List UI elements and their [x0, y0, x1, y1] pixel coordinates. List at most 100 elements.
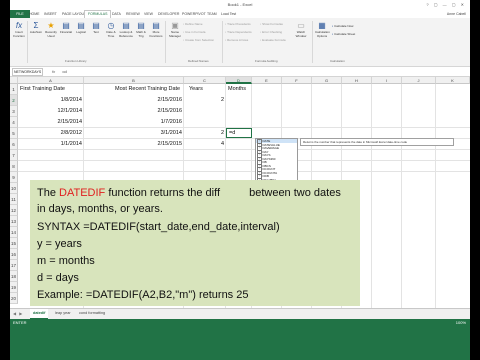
row-header-20[interactable]: 20: [10, 293, 18, 304]
recently-used-button[interactable]: ★ Recently Used: [44, 21, 58, 38]
window-title: Book1 - Excel: [227, 2, 253, 7]
zoom-level[interactable]: 100%: [456, 320, 466, 325]
sheet-tab-leap-year[interactable]: leap year: [52, 309, 74, 318]
use-in-formula-button[interactable]: ▪Use in Formula: [183, 30, 205, 34]
row-header-19[interactable]: 19: [10, 282, 18, 293]
calculate-sheet-button[interactable]: ▪Calculate Sheet: [332, 32, 355, 36]
logical-button[interactable]: ▤ Logical: [74, 21, 88, 35]
formula-input[interactable]: =d: [62, 68, 67, 75]
autosum-button[interactable]: Σ AutoSum: [29, 21, 43, 35]
column-header-b[interactable]: B: [84, 77, 184, 84]
cell-d2[interactable]: =d: [229, 128, 235, 138]
cell-c6[interactable]: 4: [186, 139, 224, 150]
book-icon: ▤: [137, 21, 145, 30]
row-header-14[interactable]: 14: [10, 227, 18, 238]
row-header-10[interactable]: 10: [10, 183, 18, 194]
cell-c5[interactable]: 2: [186, 128, 224, 139]
column-header-e[interactable]: E: [252, 77, 282, 84]
sheet-tab-datedif[interactable]: datedif: [30, 309, 49, 319]
row-header-18[interactable]: 18: [10, 271, 18, 282]
active-cell-d2[interactable]: =d: [226, 128, 252, 138]
column-header-k[interactable]: K: [436, 77, 470, 84]
row-header-4[interactable]: 4: [10, 117, 18, 128]
column-header-h[interactable]: H: [342, 77, 372, 84]
calculate-now-button[interactable]: ▪Calculate Now: [332, 24, 353, 28]
cell-b5[interactable]: 3/1/2014: [86, 128, 182, 139]
row-header-12[interactable]: 12: [10, 205, 18, 216]
window-controls[interactable]: ? ▢ — ▢ ✕: [426, 2, 466, 7]
header-cell-d1[interactable]: Months: [228, 84, 246, 95]
cell-b2[interactable]: 2/15/2016: [86, 95, 182, 106]
cell-c2[interactable]: 2: [186, 95, 224, 106]
trace-dependents-button[interactable]: ▪Trace Dependents: [225, 30, 252, 34]
row-header-13[interactable]: 13: [10, 216, 18, 227]
column-header-d[interactable]: D: [226, 77, 252, 84]
watch-window-button[interactable]: ▭ Watch Window: [294, 21, 308, 38]
tab-insert[interactable]: INSERT: [41, 11, 60, 18]
column-header-j[interactable]: J: [402, 77, 436, 84]
user-name[interactable]: Anne Cabell: [447, 11, 466, 18]
name-manager-button[interactable]: ▣ Name Manager: [168, 21, 182, 38]
row-header-16[interactable]: 16: [10, 249, 18, 260]
cell-b4[interactable]: 1/7/2016: [86, 117, 182, 128]
column-header-c[interactable]: C: [184, 77, 226, 84]
calculation-options-button[interactable]: ▦ Calculation Options: [315, 21, 330, 38]
text-button[interactable]: ▤ Text: [89, 21, 103, 35]
select-all-corner[interactable]: [10, 77, 18, 84]
sheet-tab-bar: ◀ ▶ datedif leap year cond formatting: [10, 308, 470, 319]
group-separator: [222, 21, 223, 63]
cell-a3[interactable]: 12/1/2014: [20, 106, 82, 117]
math-trig-button[interactable]: ▤ Math & Trig: [134, 21, 148, 38]
header-cell-c1[interactable]: Years: [189, 84, 203, 95]
fx-icon[interactable]: fx: [52, 68, 55, 75]
cell-b3[interactable]: 2/15/2016: [86, 106, 182, 117]
status-mode: ENTER: [13, 320, 27, 325]
financial-button[interactable]: ▤ Financial: [59, 21, 73, 35]
header-cell-a1[interactable]: First Training Date: [20, 84, 65, 95]
show-formulas-button[interactable]: ▪Show Formulas: [260, 22, 283, 26]
error-checking-button[interactable]: ▪Error Checking: [260, 30, 282, 34]
define-name-button[interactable]: ▪Define Name: [183, 22, 203, 26]
name-box[interactable]: NETWORKDAYS: [12, 68, 43, 76]
tab-load-test[interactable]: Load Test: [218, 11, 239, 18]
row-header-2[interactable]: 2: [10, 95, 18, 106]
warning-icon: ▪: [260, 30, 262, 34]
cell-a4[interactable]: 2/15/2014: [20, 117, 82, 128]
column-header-g[interactable]: G: [312, 77, 342, 84]
evaluate-formula-button[interactable]: ▪Evaluate Formula: [260, 38, 286, 42]
row-header-5[interactable]: 5: [10, 128, 18, 139]
tab-view[interactable]: VIEW: [141, 11, 156, 18]
create-from-selection-button[interactable]: ▪Create from Selection: [183, 38, 214, 42]
sheet-tab-cond-formatting[interactable]: cond formatting: [76, 309, 108, 318]
sheet-nav-arrows[interactable]: ◀ ▶: [13, 310, 23, 318]
row-header-8[interactable]: 8: [10, 161, 18, 172]
header-cell-b1[interactable]: Most Recent Training Date: [115, 84, 180, 95]
column-header-i[interactable]: I: [372, 77, 402, 84]
cell-a5[interactable]: 2/8/2012: [20, 128, 82, 139]
cell-a6[interactable]: 1/1/2014: [20, 139, 82, 150]
trace-precedents-button[interactable]: ▪Trace Precedents: [225, 22, 251, 26]
column-header-f[interactable]: F: [282, 77, 312, 84]
sigma-icon: Σ: [33, 21, 39, 30]
book-icon: ▤: [152, 21, 160, 30]
row-header-6[interactable]: 6: [10, 139, 18, 150]
row-header-17[interactable]: 17: [10, 260, 18, 271]
tab-data[interactable]: DATA: [109, 11, 124, 18]
row-header-3[interactable]: 3: [10, 106, 18, 117]
remove-arrows-button[interactable]: ▪Remove Arrows: [225, 38, 248, 42]
row-header-9[interactable]: 9: [10, 172, 18, 183]
row-header-15[interactable]: 15: [10, 238, 18, 249]
row-header-7[interactable]: 7: [10, 150, 18, 161]
arrow-icon: ▪: [225, 30, 227, 34]
date-time-button[interactable]: ◷ Date & Time: [104, 21, 118, 38]
row-header-11[interactable]: 11: [10, 194, 18, 205]
row-header-1[interactable]: 1: [10, 84, 18, 95]
cell-a2[interactable]: 1/8/2014: [20, 95, 82, 106]
insert-function-button[interactable]: fx Insert Function: [12, 21, 26, 38]
more-functions-button[interactable]: ▤ More Functions: [149, 21, 163, 38]
overlay-months-line: m = months: [37, 255, 95, 267]
tab-review[interactable]: REVIEW: [123, 11, 143, 18]
cell-b6[interactable]: 2/15/2015: [86, 139, 182, 150]
lookup-reference-button[interactable]: ▤ Lookup & Reference: [119, 21, 133, 38]
column-header-a[interactable]: A: [18, 77, 84, 84]
